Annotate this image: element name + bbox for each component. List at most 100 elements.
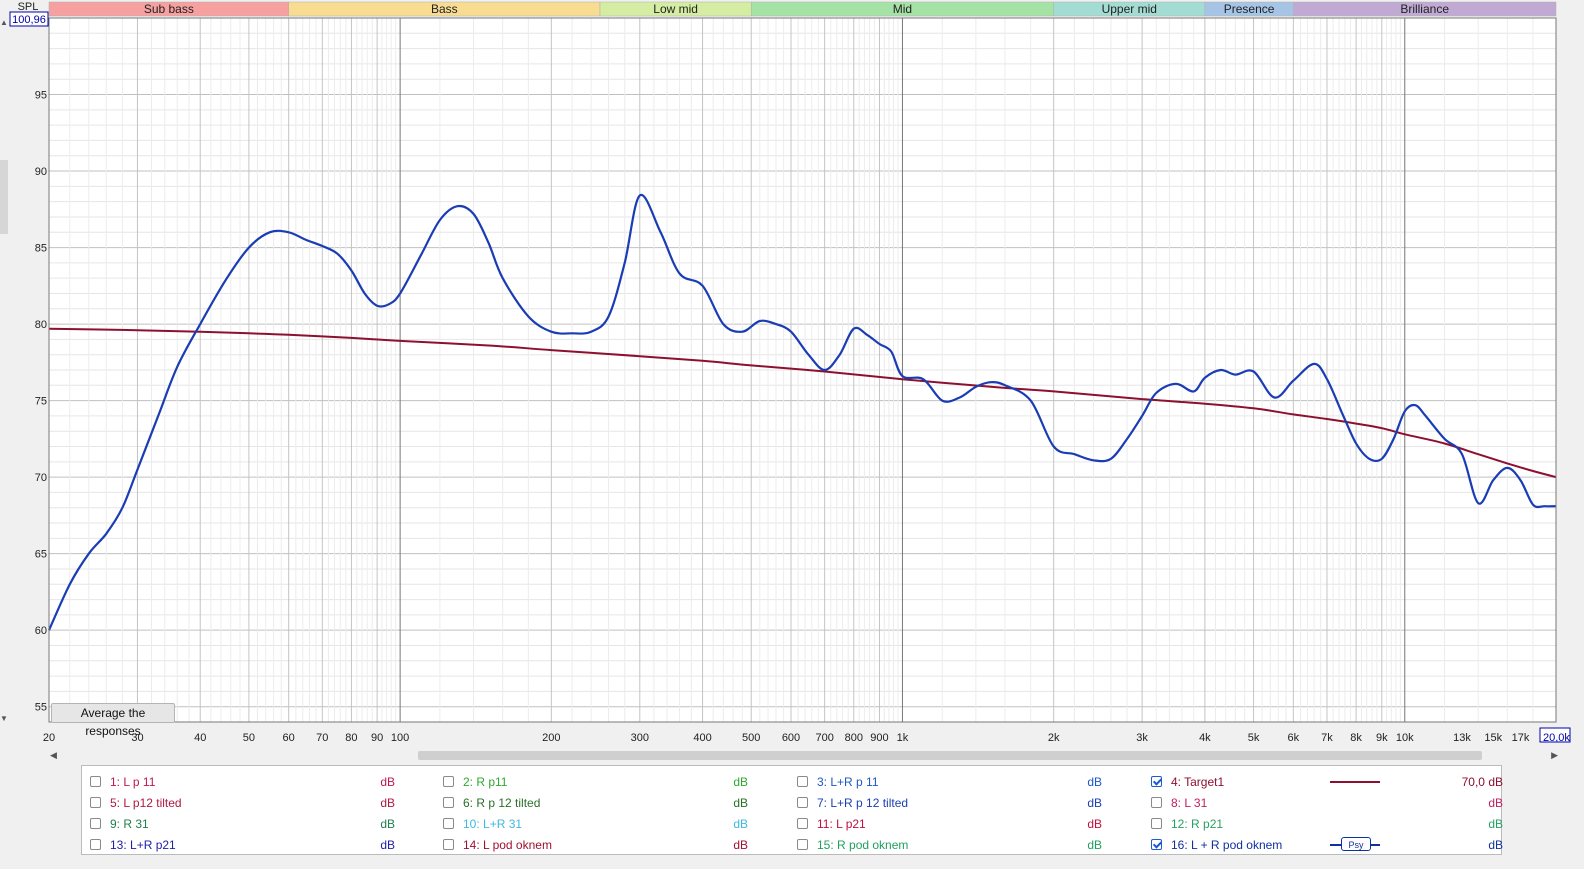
frequency-response-chart[interactable]: Sub bass Bass Low mid Mid Upper mid Presence B… — [0, 0, 1584, 769]
legend-psy-badge[interactable]: Psy — [1341, 837, 1371, 851]
legend-unit-5: dB — [380, 796, 395, 810]
x-tick-label: 10k — [1396, 732, 1414, 744]
legend-item-16[interactable]: 16: L + R pod oknem dB — [1143, 836, 1503, 856]
legend-label-8: 8: L 31 — [1171, 796, 1208, 810]
y-tick-label: 55 — [35, 702, 47, 714]
legend-item-2[interactable]: 2: R p11 dB — [435, 773, 775, 793]
legend-checkbox-10[interactable] — [443, 818, 454, 829]
legend-checkbox-9[interactable] — [90, 818, 101, 829]
x-tick-label: 7k — [1321, 732, 1333, 744]
legend-unit-3: dB — [1087, 775, 1102, 789]
legend-label-1: 1: L p 11 — [110, 775, 156, 789]
legend-unit-14: dB — [733, 838, 748, 852]
legend-item-15[interactable]: 15: R pod oknem dB — [789, 836, 1129, 856]
y-tick-label: 85 — [35, 243, 47, 255]
legend-label-3: 3: L+R p 11 — [817, 775, 879, 789]
legend-item-7[interactable]: 7: L+R p 12 tilted dB — [789, 794, 1129, 814]
legend-unit-9: dB — [380, 817, 395, 831]
legend-checkbox-7[interactable] — [797, 797, 808, 808]
x-tick-label: 3k — [1136, 732, 1148, 744]
legend-label-2: 2: R p11 — [463, 775, 508, 789]
legend-checkbox-4[interactable] — [1151, 776, 1162, 787]
x-tick-label: 700 — [815, 732, 833, 744]
x-tick-label: 100 — [391, 732, 409, 744]
x-tick-label: 8k — [1350, 732, 1362, 744]
legend-checkbox-12[interactable] — [1151, 818, 1162, 829]
legend-unit-10: dB — [733, 817, 748, 831]
band-label-5: Presence — [1224, 2, 1275, 16]
legend-item-3[interactable]: 3: L+R p 11 dB — [789, 773, 1129, 793]
legend-item-9[interactable]: 9: R 31 dB — [82, 815, 422, 835]
legend-item-6[interactable]: 6: R p 12 tilted dB — [435, 794, 775, 814]
x-tick-label: 20 — [43, 732, 55, 744]
legend-checkbox-16[interactable] — [1151, 839, 1162, 850]
legend-checkbox-6[interactable] — [443, 797, 454, 808]
legend-checkbox-15[interactable] — [797, 839, 808, 850]
y-readout-value: 100,96 — [12, 14, 46, 26]
average-responses-button[interactable]: Average the responses — [51, 703, 175, 738]
band-label-1: Bass — [431, 2, 458, 16]
legend-checkbox-5[interactable] — [90, 797, 101, 808]
legend-label-15: 15: R pod oknem — [817, 838, 909, 852]
y-scroll-thumb[interactable] — [0, 160, 8, 234]
legend-item-12[interactable]: 12: R p21 dB — [1143, 815, 1503, 835]
legend-label-7: 7: L+R p 12 tilted — [817, 796, 909, 810]
x-tick-label: 600 — [782, 732, 800, 744]
legend-unit-2: dB — [733, 775, 748, 789]
x-tick-label: 40 — [194, 732, 206, 744]
x-tick-label: 900 — [870, 732, 888, 744]
legend-checkbox-13[interactable] — [90, 839, 101, 850]
scroll-right-icon[interactable]: ▶ — [1551, 748, 1558, 762]
y-tick-label: 60 — [35, 625, 47, 637]
x-tick-label: 1k — [897, 732, 909, 744]
legend-item-13[interactable]: 13: L+R p21 dB — [82, 836, 422, 856]
x-tick-label: 13k — [1453, 732, 1471, 744]
y-tick-label: 80 — [35, 319, 47, 331]
legend-label-12: 12: R p21 — [1171, 817, 1224, 831]
legend-item-14[interactable]: 14: L pod oknem dB — [435, 836, 775, 856]
legend-item-11[interactable]: 11: L p21 dB — [789, 815, 1129, 835]
legend-unit-11: dB — [1087, 817, 1102, 831]
y-scroll-up-icon[interactable]: ▲ — [0, 18, 8, 27]
y-tick-label: 65 — [35, 549, 47, 561]
legend-label-13: 13: L+R p21 — [110, 838, 176, 852]
legend-item-8[interactable]: 8: L 31 dB — [1143, 794, 1503, 814]
legend-line-swatch-4[interactable] — [1330, 781, 1380, 783]
y-tick-label: 70 — [35, 472, 47, 484]
band-label-6: Brilliance — [1400, 2, 1449, 16]
legend-item-5[interactable]: 5: L p12 tilted dB — [82, 794, 422, 814]
legend-checkbox-2[interactable] — [443, 776, 454, 787]
x-tick-label: 15k — [1484, 732, 1502, 744]
legend-label-4: 4: Target1 — [1171, 775, 1225, 789]
x-tick-label: 800 — [845, 732, 863, 744]
legend-unit-4: 70,0 dB — [1461, 775, 1503, 789]
legend-checkbox-8[interactable] — [1151, 797, 1162, 808]
scroll-left-icon[interactable]: ◀ — [50, 748, 57, 762]
legend-checkbox-1[interactable] — [90, 776, 101, 787]
x-scroll-thumb[interactable] — [418, 751, 1482, 760]
legend-unit-13: dB — [380, 838, 395, 852]
y-tick-label: 90 — [35, 166, 47, 178]
legend-item-4[interactable]: 4: Target1 70,0 dB — [1143, 773, 1503, 793]
legend-checkbox-11[interactable] — [797, 818, 808, 829]
legend-item-10[interactable]: 10: L+R 31 dB — [435, 815, 775, 835]
legend-item-1[interactable]: 1: L p 11 dB — [82, 773, 422, 793]
legend-label-14: 14: L pod oknem — [463, 838, 552, 852]
band-label-3: Mid — [893, 2, 912, 16]
x-tick-label: 200 — [542, 732, 560, 744]
x-scrollbar[interactable]: ◀ ▶ — [48, 748, 1560, 762]
legend-label-5: 5: L p12 tilted — [110, 796, 182, 810]
x-tick-label: 400 — [693, 732, 711, 744]
y-tick-label: 75 — [35, 396, 47, 408]
x-tick-label: 4k — [1199, 732, 1211, 744]
legend-unit-8: dB — [1488, 796, 1503, 810]
legend-label-16: 16: L + R pod oknem — [1171, 838, 1283, 852]
legend-checkbox-3[interactable] — [797, 776, 808, 787]
x-tick-label: 500 — [742, 732, 760, 744]
legend-label-6: 6: R p 12 tilted — [463, 796, 541, 810]
band-label-4: Upper mid — [1102, 2, 1157, 16]
x-tick-label: 70 — [316, 732, 328, 744]
x-tick-label: 60 — [283, 732, 295, 744]
legend-checkbox-14[interactable] — [443, 839, 454, 850]
y-scroll-down-icon[interactable]: ▼ — [0, 714, 8, 723]
